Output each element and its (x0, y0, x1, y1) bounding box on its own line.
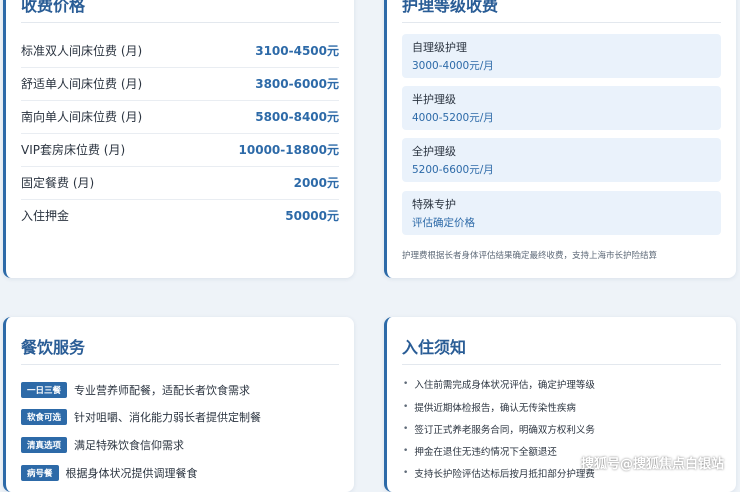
notice-text: 签订正式养老服务合同，明确双方权利义务 (414, 425, 595, 436)
fee-row: 舒适单人间床位费 (月) 3800-6000元 (21, 67, 339, 101)
fee-label: 舒适单人间床位费 (月) (21, 77, 143, 91)
care-level-price: 5200-6600元/月 (412, 164, 494, 176)
care-level-price: 4000-5200元/月 (412, 112, 494, 124)
notice-item: • 签订正式养老服务合同，明确双方权利义务 (403, 422, 595, 436)
bullet-icon: • (403, 402, 409, 412)
notice-text: 押金在退住无违约情况下全额退还 (414, 447, 557, 458)
care-level-name: 自理级护理 (412, 41, 467, 54)
fees-card: 收费价格 标准双人间床位费 (月) 3100-4500元 舒适单人间床位费 (月… (3, 0, 354, 278)
fee-value: 2000元 (293, 176, 339, 190)
care-level-name: 全护理级 (412, 145, 456, 158)
care-level-item: 全护理级 5200-6600元/月 (402, 138, 721, 182)
fee-row: 入住押金 50000元 (21, 199, 339, 232)
fee-label: 标准双人间床位费 (月) (21, 44, 143, 58)
care-level-price: 3000-4000元/月 (412, 60, 494, 72)
care-level-title: 护理等级收费 (402, 0, 721, 23)
fee-label: 入住押金 (21, 209, 70, 223)
meal-tag: 一日三餐 (21, 382, 68, 398)
notice-item: • 入住前需完成身体状况评估，确定护理等级 (403, 377, 595, 391)
meal-item: 软食可选 针对咀嚼、消化能力弱长者提供定制餐 (21, 409, 261, 425)
fee-label: VIP套房床位费 (月) (21, 143, 126, 157)
meal-text: 满足特殊饮食信仰需求 (74, 439, 185, 452)
notice-text: 支持长护险评估达标后按月抵扣部分护理费 (414, 469, 595, 480)
bullet-icon: • (403, 424, 409, 434)
fee-row: 南向单人间床位费 (月) 5800-8400元 (21, 100, 339, 134)
meal-text: 专业营养师配餐，适配长者饮食需求 (74, 384, 251, 397)
fee-value: 3100-4500元 (255, 44, 339, 58)
dining-title: 餐饮服务 (21, 334, 339, 365)
fee-label: 固定餐费 (月) (21, 176, 95, 190)
fee-label: 南向单人间床位费 (月) (21, 110, 143, 124)
watermark: 搜狐号@搜狐焦点白银站 (580, 457, 724, 472)
notice-text: 入住前需完成身体状况评估，确定护理等级 (414, 380, 595, 391)
care-level-item: 半护理级 4000-5200元/月 (402, 86, 721, 130)
meal-text: 针对咀嚼、消化能力弱长者提供定制餐 (74, 411, 262, 424)
notice-item: • 提供近期体检报告，确认无传染性疾病 (403, 400, 576, 414)
fee-value: 5800-8400元 (255, 110, 339, 124)
notice-title: 入住须知 (402, 334, 721, 365)
fee-row: VIP套房床位费 (月) 10000-18800元 (21, 133, 339, 167)
fee-value: 3800-6000元 (255, 77, 339, 91)
fee-row: 固定餐费 (月) 2000元 (21, 166, 339, 200)
fee-row: 标准双人间床位费 (月) 3100-4500元 (21, 34, 339, 68)
notice-text: 提供近期体检报告，确认无传染性疾病 (414, 403, 576, 414)
care-level-card: 护理等级收费 自理级护理 3000-4000元/月 半护理级 4000-5200… (384, 0, 736, 278)
fee-value: 50000元 (285, 209, 339, 223)
care-level-note: 护理费根据长者身体评估结果确定最终收费，支持上海市长护险结算 (402, 251, 658, 261)
bullet-icon: • (403, 468, 409, 478)
care-level-name: 特殊专护 (412, 198, 456, 211)
care-level-name: 半护理级 (412, 93, 456, 106)
notice-item: • 支持长护险评估达标后按月抵扣部分护理费 (403, 466, 595, 480)
meal-item: 一日三餐 专业营养师配餐，适配长者饮食需求 (21, 382, 250, 398)
care-level-price: 评估确定价格 (412, 217, 475, 229)
dining-card: 餐饮服务 一日三餐 专业营养师配餐，适配长者饮食需求 软食可选 针对咀嚼、消化能… (3, 317, 354, 492)
fee-value: 10000-18800元 (238, 143, 339, 157)
care-level-item: 特殊专护 评估确定价格 (402, 191, 721, 235)
bullet-icon: • (403, 379, 409, 389)
notice-item: • 押金在退住无违约情况下全额退还 (403, 444, 557, 458)
fees-title: 收费价格 (21, 0, 339, 23)
meal-tag: 软食可选 (21, 409, 68, 425)
bullet-icon: • (403, 446, 409, 456)
meal-item: 清真选项 满足特殊饮食信仰需求 (21, 437, 184, 453)
meal-tag: 清真选项 (21, 437, 68, 453)
care-level-item: 自理级护理 3000-4000元/月 (402, 34, 721, 78)
